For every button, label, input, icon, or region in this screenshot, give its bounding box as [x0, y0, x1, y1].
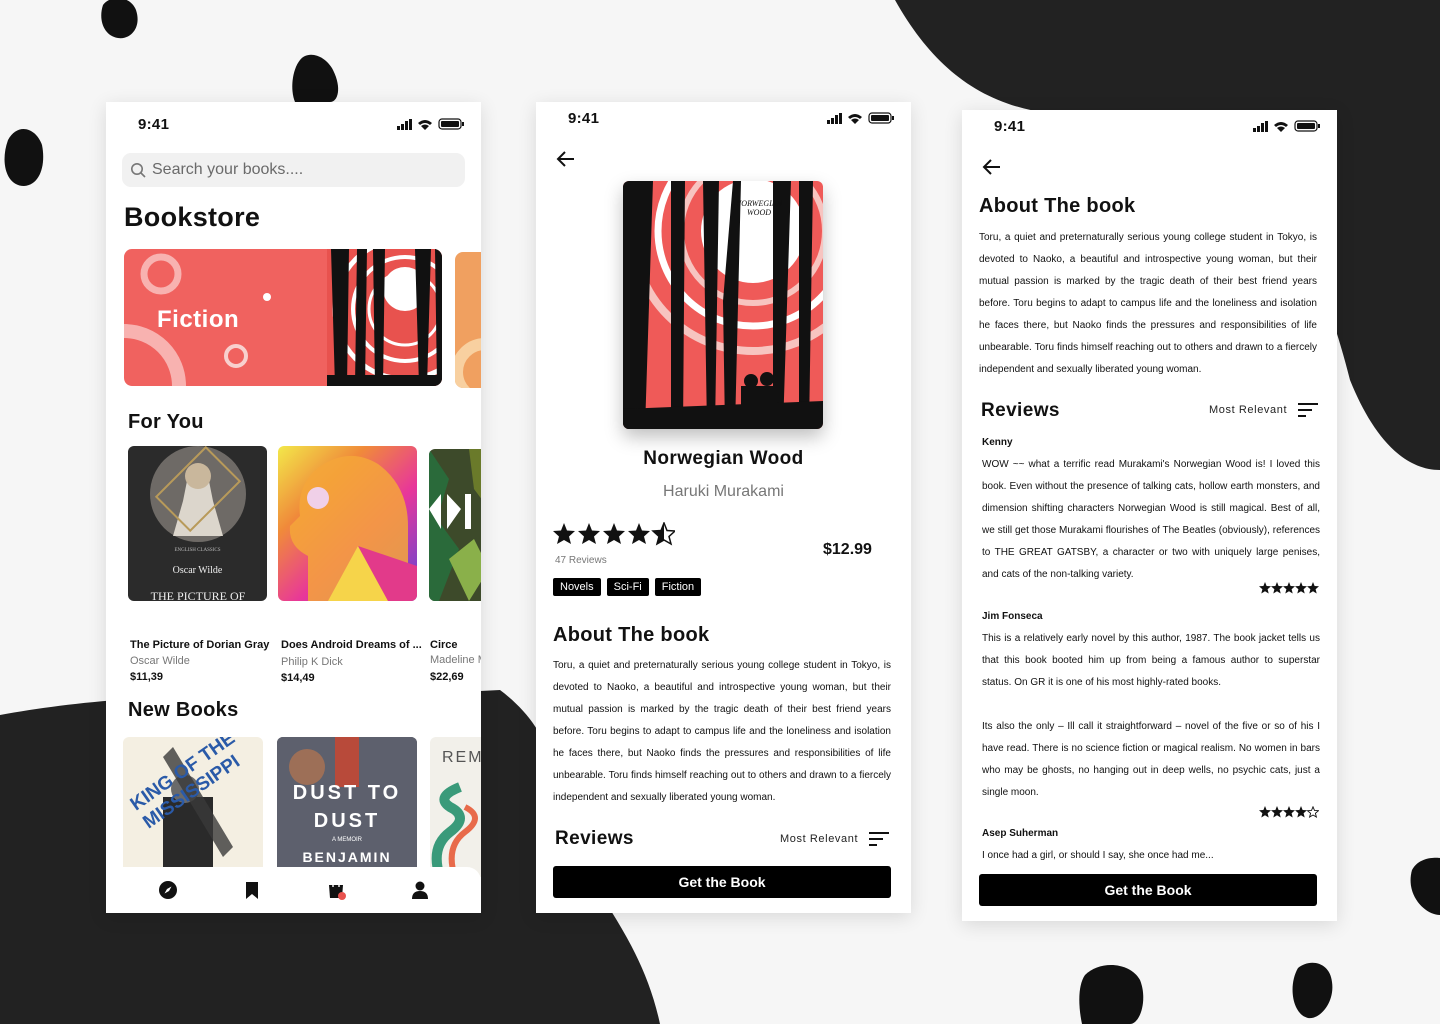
book-title: Does Android Dreams of ... — [281, 639, 422, 651]
review-text: This is a relatively early novel by this… — [982, 633, 1320, 688]
search-icon — [131, 163, 146, 178]
cover-subtitle: A MEMOIR — [331, 837, 362, 843]
book-price: $12.99 — [823, 541, 872, 558]
book-cover — [429, 449, 481, 601]
next-banner-peek[interactable] — [455, 252, 481, 388]
cover-author: Oscar Wilde — [172, 565, 223, 576]
about-text: Toru, a quiet and preternaturally seriou… — [553, 660, 891, 803]
home-screen: 9:41 Bookstore Fiction — [106, 102, 481, 913]
get-book-button[interactable]: Get the Book — [979, 874, 1317, 906]
genre-tag[interactable]: Fiction — [654, 578, 702, 596]
back-arrow-icon[interactable] — [980, 155, 1004, 179]
cover-title: REM — [442, 749, 481, 766]
genre-tags: Novels Sci-Fi Fiction — [553, 578, 702, 596]
rating-stars — [553, 522, 675, 546]
reviewer-name: Jim Fonseca — [982, 611, 1043, 622]
book-title: Circe — [430, 639, 458, 651]
book-author: Philip K Dick — [281, 656, 343, 668]
search-input[interactable] — [152, 153, 452, 187]
status-time: 9:41 — [994, 118, 1026, 135]
book-author: Haruki Murakami — [663, 483, 784, 500]
reviewer-name: Kenny — [982, 437, 1013, 448]
book-title: Norwegian Wood — [643, 448, 804, 469]
get-book-button[interactable]: Get the Book — [553, 866, 891, 898]
book-price: $22,69 — [430, 671, 464, 683]
book-author: Madeline M — [430, 654, 481, 666]
book-card-circe[interactable]: Circe Madeline M $22,69 — [429, 449, 481, 689]
status-bar: 9:41 — [962, 110, 1337, 154]
review-text-continued: Its also the only – Ill call it straight… — [982, 721, 1320, 798]
review-stars — [1259, 582, 1319, 594]
sort-dropdown[interactable]: Most Relevant — [780, 833, 858, 845]
tab-profile-icon[interactable] — [409, 879, 431, 901]
book-price: $11,39 — [130, 671, 164, 683]
reviewer-name: Asep Suherman — [982, 828, 1059, 839]
sort-dropdown[interactable]: Most Relevant — [1209, 404, 1287, 416]
book-cover: ENGLISH CLASSICS Oscar Wilde THE PICTURE… — [128, 446, 267, 601]
android-cover-art — [289, 455, 417, 601]
new-book-dust-to-dust[interactable]: DUST TO DUST A MEMOIR BENJAMIN — [277, 737, 417, 877]
book-cover-large: NORWEGIAN WOOD — [623, 181, 823, 429]
status-icons — [1253, 120, 1320, 132]
norwegian-wood-cover-art — [623, 181, 823, 429]
tab-bookmark-icon[interactable] — [241, 879, 263, 901]
status-icons — [397, 118, 464, 130]
dorian-cover-art — [150, 446, 246, 542]
sort-lines-icon[interactable] — [869, 832, 889, 846]
about-title: About The book — [553, 624, 710, 646]
status-bar: 9:41 — [536, 102, 911, 146]
status-time: 9:41 — [568, 110, 600, 127]
status-icons — [827, 112, 894, 124]
new-books-title: New Books — [128, 699, 239, 721]
book-title: The Picture of Dorian Gray — [130, 639, 270, 651]
cover-title: NORWEGIAN WOOD — [735, 199, 783, 217]
tab-cart-icon[interactable] — [325, 879, 347, 901]
review-text: WOW ~~ what a terrific read Murakami's N… — [982, 459, 1320, 580]
reviews-title: Reviews — [555, 828, 634, 849]
page-title: Bookstore — [124, 202, 261, 232]
book-card-android-dreams[interactable]: Does Android Dreams of ... Philip K Dick… — [278, 446, 422, 686]
cover-author: BENJAMIN — [302, 849, 392, 865]
status-time: 9:41 — [138, 116, 170, 133]
review-text: I once had a girl, or should I say, she … — [982, 850, 1214, 861]
search-bar[interactable] — [122, 153, 465, 187]
banner-label: Fiction — [157, 306, 240, 333]
new-book-rem[interactable]: REM — [430, 737, 481, 877]
sort-lines-icon[interactable] — [1298, 403, 1318, 417]
new-book-king-of-mississippi[interactable]: KING OF THE MISSISSIPPI — [123, 737, 263, 877]
for-you-title: For You — [128, 411, 204, 433]
book-reviews-screen: 9:41 About The book Toru, a quiet and pr… — [962, 110, 1337, 921]
book-author: Oscar Wilde — [130, 655, 190, 667]
cover-series: ENGLISH CLASSICS — [174, 548, 221, 553]
cover-title: THE PICTURE OF DORIAN GRAY — [150, 589, 246, 601]
banner-decoration — [455, 338, 481, 388]
about-title: About The book — [979, 195, 1136, 217]
fiction-banner[interactable]: Fiction — [124, 249, 442, 386]
book-cover — [278, 446, 417, 601]
status-bar: 9:41 — [106, 102, 481, 146]
book-card-dorian-gray[interactable]: ENGLISH CLASSICS Oscar Wilde THE PICTURE… — [128, 446, 270, 686]
tab-explore-compass-icon[interactable] — [157, 879, 179, 901]
tab-bar — [106, 867, 481, 913]
back-arrow-icon[interactable] — [554, 147, 578, 171]
about-text: Toru, a quiet and preternaturally seriou… — [979, 232, 1317, 375]
genre-tag[interactable]: Sci-Fi — [606, 578, 649, 596]
book-detail-screen: 9:41 NORWEGIAN WOOD Norwegian Wood Haruk… — [536, 102, 911, 913]
genre-tag[interactable]: Novels — [553, 578, 601, 596]
cover-title: DUST TO DUST — [292, 782, 402, 832]
review-stars — [1259, 806, 1319, 818]
circe-cover-art — [429, 449, 481, 601]
book-price: $14,49 — [281, 672, 315, 684]
reviews-title: Reviews — [981, 400, 1060, 421]
reviews-count: 47 Reviews — [555, 555, 607, 566]
